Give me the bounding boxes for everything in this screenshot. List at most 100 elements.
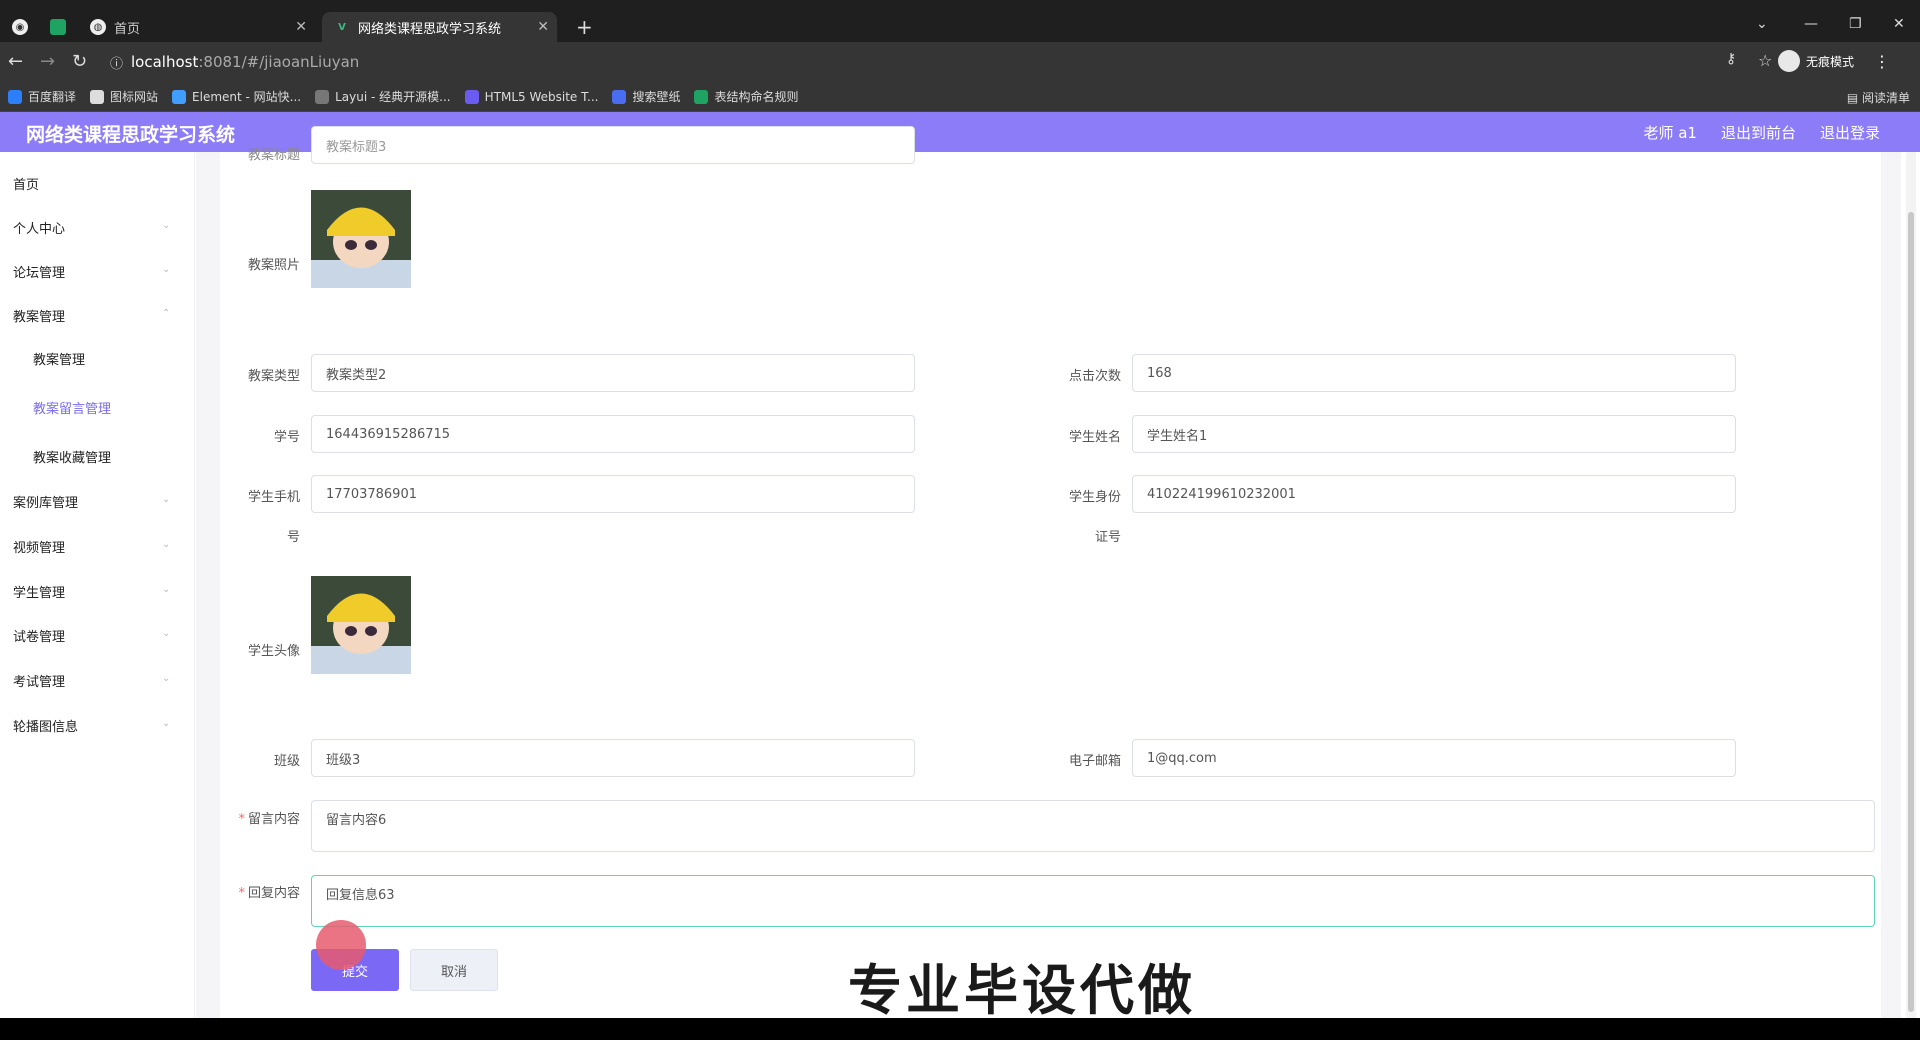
bookmark-item[interactable]: 表结构命名规则	[694, 88, 798, 105]
restore-button[interactable]: ❐	[1849, 16, 1862, 32]
bookmark-label: 搜索壁纸	[632, 90, 681, 104]
tab-label: 首页	[114, 21, 141, 37]
close-icon[interactable]: ✕	[295, 19, 307, 35]
logout-link[interactable]: 退出登录	[1820, 122, 1880, 143]
key-icon[interactable]: ⚷	[1726, 51, 1736, 67]
close-window-button[interactable]: ✕	[1893, 16, 1905, 32]
incognito-icon	[1777, 50, 1800, 72]
sidebar-item-carousel[interactable]: 轮播图信息	[13, 716, 78, 735]
title-label: 教案标题	[247, 148, 300, 163]
app-title: 网络类课程思政学习系统	[26, 124, 236, 146]
element-icon	[172, 89, 187, 104]
sidebar: 首页 个人中心 ⌄ 论坛管理 ⌄ 教案管理 ⌃ 教案管理 教案留言管理 教案收藏…	[0, 152, 195, 1018]
url-field[interactable]: ⓘ localhost:8081/#/jiaoanLiuyan	[110, 46, 1810, 78]
type-label: 教案类型	[247, 369, 300, 384]
sidebar-item-exams[interactable]: 考试管理	[13, 671, 65, 690]
back-icon[interactable]: ←	[8, 51, 23, 72]
sidebar-item-papers[interactable]: 试卷管理	[13, 626, 65, 645]
email-label: 电子邮箱	[1068, 754, 1121, 769]
incognito-indicator[interactable]: 无痕模式 ⋮	[1777, 50, 1890, 72]
bookmark-item[interactable]: 搜索壁纸	[612, 88, 680, 105]
info-icon: ⓘ	[110, 56, 124, 72]
chevron-down-icon: ⌄	[162, 494, 171, 505]
chevron-down-icon: ⌄	[162, 628, 171, 639]
id-number-label-wrap: 证号	[1094, 530, 1121, 545]
scrollbar-thumb[interactable]	[1908, 212, 1914, 1012]
chevron-down-icon: ⌄	[162, 264, 171, 275]
clicks-label: 点击次数	[1068, 369, 1121, 384]
sheets-tab-icon[interactable]	[50, 12, 74, 42]
phone-field[interactable]: 17703786901	[311, 475, 915, 513]
sidebar-item-personal[interactable]: 个人中心	[13, 218, 65, 237]
student-name-label: 学生姓名	[1068, 430, 1121, 445]
bookmark-item[interactable]: 图标网站	[90, 88, 158, 105]
sidebar-item-forum[interactable]: 论坛管理	[13, 262, 65, 281]
type-field[interactable]: 教案类型2	[311, 354, 915, 392]
bookmark-item[interactable]: 百度翻译	[8, 88, 76, 105]
required-mark: *	[238, 812, 245, 827]
title-field[interactable]: 教案标题3	[311, 126, 915, 164]
sidebar-subitem-lesson-messages[interactable]: 教案留言管理	[33, 398, 111, 417]
chevron-down-icon: ⌄	[162, 220, 171, 231]
student-avatar[interactable]	[311, 576, 411, 674]
cancel-button[interactable]: 取消	[410, 949, 498, 991]
lesson-photo[interactable]	[311, 190, 411, 288]
reply-label: * 回复内容	[220, 882, 300, 901]
reading-list-icon: ▤	[1846, 91, 1862, 105]
bookmark-item[interactable]: HTML5 Website T...	[464, 89, 599, 104]
sidebar-item-lesson-plans[interactable]: 教案管理	[13, 306, 65, 325]
layui-icon	[315, 89, 330, 104]
student-no-field[interactable]: 164436915286715	[311, 415, 915, 453]
phone-label-wrap: 号	[286, 530, 300, 545]
email-field[interactable]: 1@qq.com	[1132, 739, 1736, 777]
bookmark-label: HTML5 Website T...	[484, 89, 599, 104]
tab-label: 网络类课程思政学习系统	[358, 21, 502, 37]
new-tab-button[interactable]: +	[576, 12, 593, 42]
student-name-field[interactable]: 学生姓名1	[1132, 415, 1736, 453]
screen-bottom-edge	[0, 1018, 1920, 1040]
browser-menu-icon[interactable]: ◉	[12, 12, 36, 42]
vue-icon: V	[338, 21, 346, 33]
page-scrollbar[interactable]	[1906, 152, 1916, 1018]
form-panel: 教案标题 教案标题3 教案照片 教案类型 教案类型2 点击次数 168 学号 1…	[220, 126, 1881, 1018]
flag-icon	[90, 89, 105, 104]
html5-icon	[464, 89, 479, 104]
to-front-link[interactable]: 退出到前台	[1721, 122, 1796, 143]
star-icon[interactable]: ☆	[1758, 51, 1772, 70]
bookmark-label: 百度翻译	[28, 90, 77, 104]
bookmark-item[interactable]: Layui - 经典开源模...	[315, 88, 451, 105]
class-field[interactable]: 班级3	[311, 739, 915, 777]
bookmark-item[interactable]: Element - 网站快...	[172, 88, 301, 105]
sidebar-subitem-lesson-plan-mgmt[interactable]: 教案管理	[33, 349, 85, 368]
sidebar-item-home[interactable]: 首页	[13, 174, 39, 193]
chevron-down-icon: ⌄	[162, 673, 171, 684]
forward-icon[interactable]: →	[40, 51, 55, 72]
more-icon[interactable]: ⋮	[1874, 52, 1890, 71]
sidebar-subitem-lesson-favorites[interactable]: 教案收藏管理	[33, 447, 111, 466]
message-textarea[interactable]: 留言内容6	[311, 800, 1875, 852]
reload-icon[interactable]: ↻	[72, 51, 87, 72]
close-icon[interactable]: ✕	[537, 19, 549, 35]
app: 网络类课程思政学习系统 老师 a1 退出到前台 退出登录 首页 个人中心 ⌄ 论…	[0, 112, 1920, 1018]
student-no-label: 学号	[273, 430, 300, 445]
sidebar-item-students[interactable]: 学生管理	[13, 582, 65, 601]
bookmark-label: 图标网站	[110, 90, 159, 104]
minimize-button[interactable]: —	[1804, 16, 1818, 32]
chevron-down-icon: ⌄	[162, 584, 171, 595]
id-number-field[interactable]: 410224199610232001	[1132, 475, 1736, 513]
chevron-down-icon: ⌄	[162, 718, 171, 729]
clicks-field[interactable]: 168	[1132, 354, 1736, 392]
reply-textarea[interactable]: 回复信息63	[311, 875, 1875, 927]
required-mark: *	[238, 886, 245, 901]
bookmark-label: Layui - 经典开源模...	[335, 90, 451, 104]
bookmark-label: 表结构命名规则	[714, 90, 799, 104]
reply-label-text: 回复内容	[247, 886, 300, 901]
tab-search-icon[interactable]: ⌄	[1756, 16, 1768, 32]
reading-list[interactable]: ▤ 阅读清单	[1847, 89, 1910, 106]
sidebar-item-videos[interactable]: 视频管理	[13, 537, 65, 556]
sidebar-item-case-library[interactable]: 案例库管理	[13, 492, 78, 511]
chevron-down-icon: ⌄	[162, 539, 171, 550]
id-number-label: 学生身份	[1068, 490, 1121, 505]
main-content: 教案标题 教案标题3 教案照片 教案类型 教案类型2 点击次数 168 学号 1…	[196, 126, 1901, 1018]
tab-home[interactable]: ◍ 首页 ✕	[90, 12, 315, 42]
